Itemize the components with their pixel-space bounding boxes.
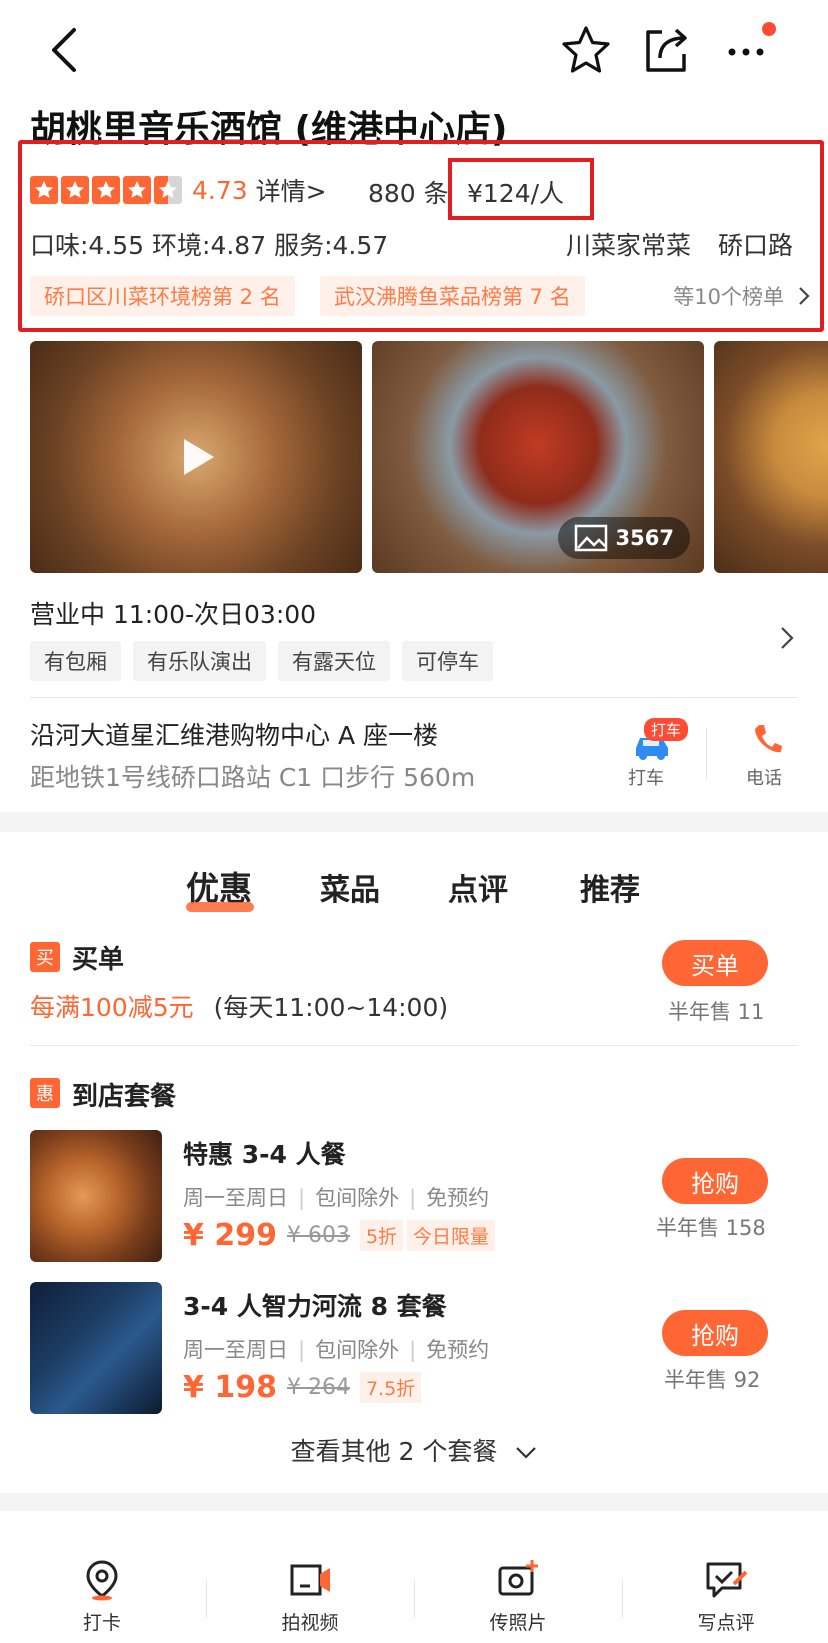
deal-original-price: ¥ 603 [286, 1223, 350, 1248]
price-highlight-box [448, 158, 594, 220]
deal-image[interactable] [30, 1130, 162, 1262]
buy-button[interactable]: 抢购 [662, 1158, 768, 1204]
upload-photo-button[interactable]: 传照片 [458, 1558, 578, 1635]
deal-price: ¥ 198 [183, 1370, 277, 1405]
video-thumbnail[interactable] [30, 341, 362, 573]
pay-promo-time: (每天11:00~14:00) [213, 993, 449, 1022]
pay-title: 买单 [72, 945, 125, 975]
section-separator [0, 1493, 828, 1511]
divider [206, 1580, 207, 1618]
tab-recommend[interactable]: 推荐 [580, 865, 640, 909]
photo-count-badge[interactable]: 3567 [557, 517, 690, 559]
photo-upload-icon [498, 1560, 538, 1596]
photo-gallery[interactable]: 3567 [30, 341, 828, 573]
pay-promo-text: 每满100减5元 [30, 993, 194, 1022]
content-tabs: 优惠 菜品 点评 推荐 [0, 862, 828, 922]
more-packages-link[interactable]: 查看其他 2 个套餐 [0, 1432, 828, 1468]
deal-condition: 免预约 [426, 1186, 490, 1210]
shop-address[interactable]: 沿河大道星汇维港购物中心 A 座一楼 [30, 716, 438, 752]
package-section-title: 到店套餐 [72, 1082, 177, 1112]
phone-button[interactable]: 电话 [746, 722, 806, 789]
deal-conditions: 周一至周日 | 包间除外 | 免预约 [183, 1338, 490, 1362]
dish-photo[interactable] [714, 341, 828, 573]
image-icon [574, 524, 607, 552]
facility-tag: 有露天位 [278, 641, 390, 681]
location-pin-icon [86, 1560, 118, 1601]
phone-icon [755, 725, 782, 753]
deal-title[interactable]: 特惠 3-4 人餐 [183, 1135, 346, 1171]
share-icon[interactable] [640, 22, 692, 76]
facility-tag: 有乐队演出 [133, 641, 266, 681]
deal-discount: 7.5折 [359, 1372, 422, 1403]
divider [30, 697, 798, 698]
deal-discount: 5折 [359, 1220, 404, 1251]
deal-original-price: ¥ 264 [286, 1375, 350, 1400]
facility-tags: 有包厢 有乐队演出 有露天位 可停车 [30, 641, 493, 681]
deal-condition: 周一至周日 [183, 1338, 288, 1362]
buy-button[interactable]: 抢购 [662, 1310, 768, 1356]
phone-label: 电话 [746, 768, 782, 789]
pay-sold-count: 半年售 11 [668, 1000, 765, 1024]
taxi-label: 打车 [628, 768, 664, 789]
deal-condition: 周一至周日 [183, 1186, 288, 1210]
taxi-button[interactable]: 打车 打车 [628, 718, 700, 789]
business-hours[interactable]: 营业中 11:00-次日03:00 [30, 595, 316, 631]
bottom-action-bar: 打卡 拍视频 传照片 写点评 [0, 1540, 828, 1643]
notification-dot [762, 22, 776, 36]
deal-price: ¥ 299 [183, 1218, 277, 1253]
divider [30, 1045, 798, 1046]
video-camera-icon [290, 1564, 330, 1596]
photo-count: 3567 [615, 526, 674, 550]
tab-dishes[interactable]: 菜品 [320, 865, 380, 909]
deal-image[interactable] [30, 1282, 162, 1414]
facility-tag: 有包厢 [30, 641, 121, 681]
divider [706, 728, 707, 780]
back-icon[interactable] [42, 22, 92, 78]
top-nav [0, 0, 828, 100]
highlight-box [18, 140, 824, 332]
dish-photo[interactable]: 3567 [372, 341, 704, 573]
deal-sold-count: 半年售 158 [656, 1216, 766, 1240]
deal-price-row: ¥ 198 ¥ 264 7.5折 [183, 1370, 422, 1405]
deal-condition: 包间除外 [315, 1186, 400, 1210]
shoot-video-label: 拍视频 [281, 1612, 339, 1634]
write-review-button[interactable]: 写点评 [666, 1558, 786, 1635]
subway-distance: 距地铁1号线硚口路站 C1 口步行 560m [30, 763, 476, 792]
checkin-label: 打卡 [82, 1612, 121, 1634]
deal-title[interactable]: 3-4 人智力河流 8 套餐 [183, 1287, 447, 1323]
tab-reviews[interactable]: 点评 [448, 865, 508, 909]
facility-tag: 可停车 [402, 641, 493, 681]
more-packages-label: 查看其他 2 个套餐 [290, 1437, 498, 1466]
tab-active-indicator [186, 902, 254, 912]
star-icon[interactable] [560, 24, 612, 76]
deal-conditions: 周一至周日 | 包间除外 | 免预约 [183, 1186, 490, 1210]
taxi-badge: 打车 [644, 718, 689, 741]
divider [622, 1580, 623, 1618]
package-icon: 惠 [30, 1078, 60, 1108]
deal-price-row: ¥ 299 ¥ 603 5折 今日限量 [183, 1218, 496, 1253]
play-icon [184, 439, 214, 475]
write-review-label: 写点评 [697, 1612, 755, 1634]
upload-photo-label: 传照片 [489, 1612, 547, 1634]
shoot-video-button[interactable]: 拍视频 [250, 1558, 370, 1635]
deal-condition: 包间除外 [315, 1338, 400, 1362]
deal-limit: 今日限量 [407, 1220, 496, 1251]
chevron-right-icon[interactable] [780, 626, 794, 650]
divider [414, 1580, 415, 1618]
deal-condition: 免预约 [426, 1338, 490, 1362]
section-separator [0, 812, 828, 832]
pay-icon: 买 [30, 942, 60, 972]
deal-sold-count: 半年售 92 [664, 1368, 761, 1392]
pay-button[interactable]: 买单 [662, 940, 768, 986]
write-review-icon [706, 1562, 748, 1598]
pay-promo[interactable]: 每满100减5元 (每天11:00~14:00) [30, 988, 448, 1024]
chevron-down-icon [516, 1447, 537, 1459]
checkin-button[interactable]: 打卡 [42, 1558, 162, 1635]
